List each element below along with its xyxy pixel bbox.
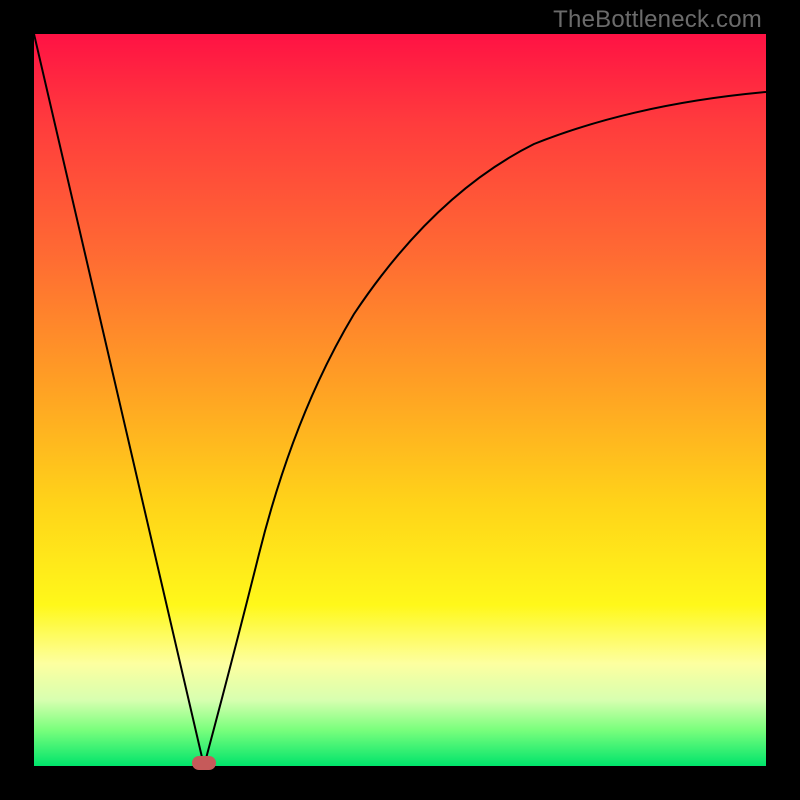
bottleneck-curve — [34, 34, 766, 766]
valley-marker — [192, 756, 216, 770]
curve-right-branch — [204, 92, 766, 766]
chart-frame: TheBottleneck.com — [0, 0, 800, 800]
plot-area — [34, 34, 766, 766]
watermark-text: TheBottleneck.com — [553, 6, 762, 34]
curve-left-branch — [34, 34, 204, 766]
